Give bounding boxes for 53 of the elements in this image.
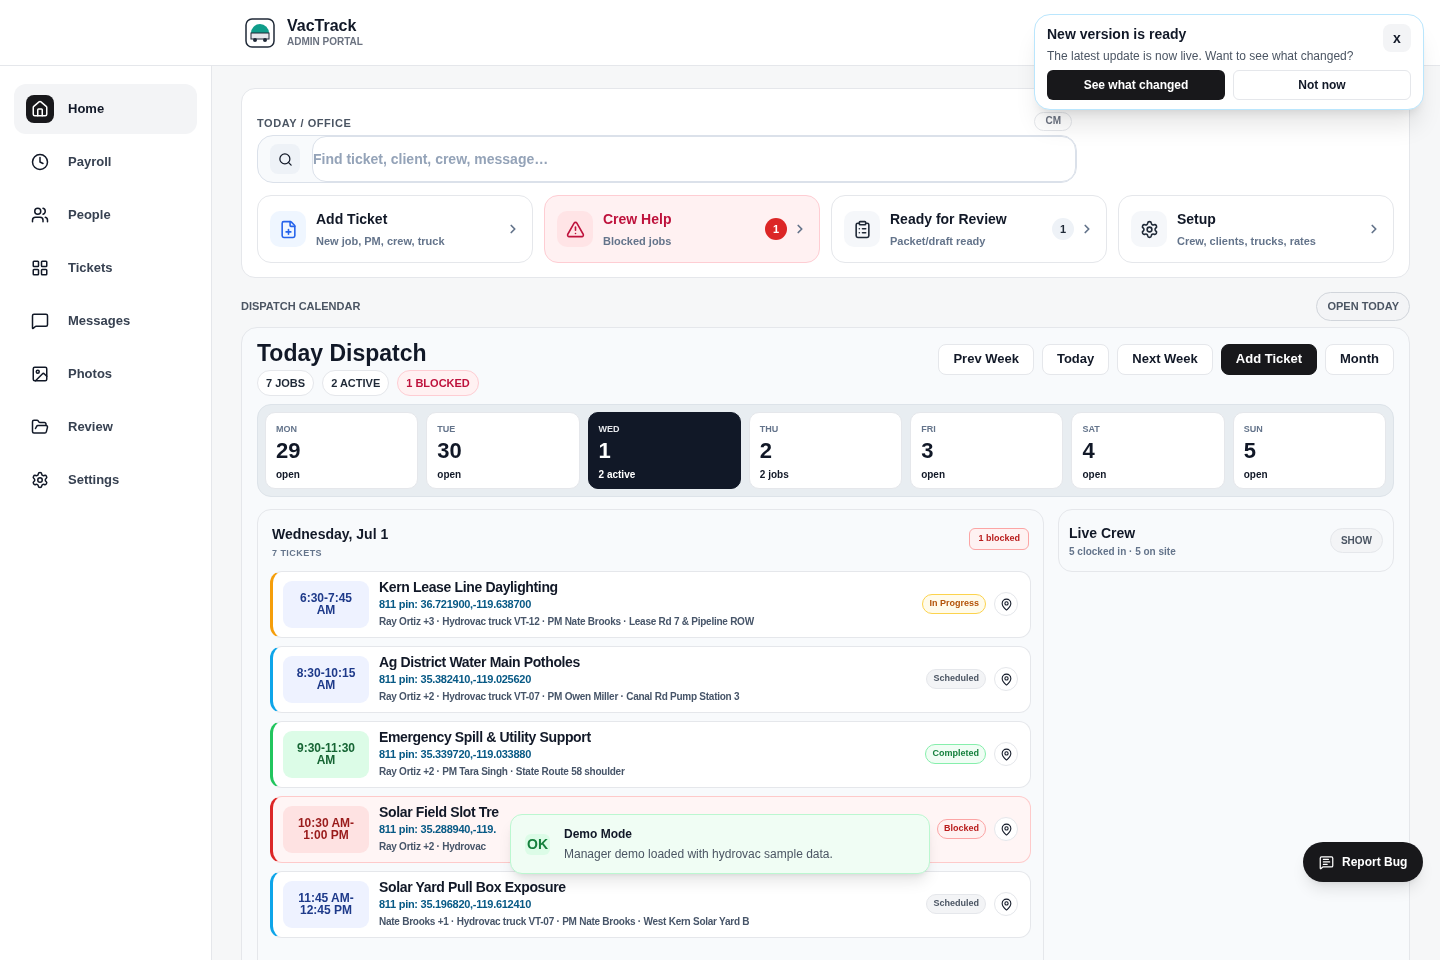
dispatch-title: Today Dispatch xyxy=(257,338,428,368)
ticket-time: 6:30-7:45 AM xyxy=(283,580,369,628)
status-pill: Scheduled xyxy=(926,894,986,914)
ticket-time: 11:45 AM-12:45 PM xyxy=(283,880,369,928)
ticket-title: Solar Field Slot Tre xyxy=(379,803,499,821)
ticket-details: Ray Ortiz +2 · PM Tara Singh · State Route 58 shoulder xyxy=(379,765,625,780)
ticket-pin: 811 pin: 35.196820,-119.612410 xyxy=(379,896,531,912)
ticket-details: Ray Ortiz +2 · Hydrovac xyxy=(379,840,486,855)
action-title: Setup xyxy=(1177,209,1217,229)
ticket-pin: 811 pin: 36.721900,-119.638700 xyxy=(379,596,531,612)
action-title: Crew Help xyxy=(603,209,673,229)
day-title: Wednesday, Jul 1 xyxy=(272,525,389,544)
live-crew-title: Live Crew xyxy=(1069,523,1137,543)
section-heading: DISPATCH CALENDAR xyxy=(241,299,361,314)
popup-title: New version is ready xyxy=(1047,25,1188,44)
popup-message: The latest update is now live. Want to see what changed? xyxy=(1047,48,1354,65)
count-chip: 2 ACTIVE xyxy=(322,369,390,396)
blocked-badge: 1 blocked xyxy=(969,528,1029,550)
ticket-details: Nate Brooks +1 · Hydrovac truck VT-07 · PM Nate Brooks · West Kern Solar Yard B xyxy=(379,915,750,930)
ticket-title: Solar Yard Pull Box Exposure xyxy=(379,878,566,896)
ticket-details: Ray Ortiz +2 · Hydrovac truck VT-07 · PM Owen Miller · Canal Rd Pump Station 3 xyxy=(379,690,740,705)
count-badge: 1 xyxy=(1052,218,1074,240)
status-pill: Completed xyxy=(925,744,986,764)
app-name: VacTrack xyxy=(287,16,358,37)
count-badge: 1 xyxy=(765,218,787,240)
ticket-time: 9:30-11:30 AM xyxy=(283,730,369,778)
app-subtitle: ADMIN PORTAL xyxy=(287,36,363,49)
ticket-details: Ray Ortiz +3 · Hydrovac truck VT-12 · PM Nate Brooks · Lease Rd 7 & Pipeline ROW xyxy=(379,615,754,630)
ticket-time: 8:30-10:15 AM xyxy=(283,655,369,703)
ticket-title: Ag District Water Main Potholes xyxy=(379,653,580,671)
toast-message: Manager demo loaded with hydrovac sample data. xyxy=(564,846,833,863)
live-crew-summary: 5 clocked in · 5 on site xyxy=(1069,544,1176,559)
ticket-pin: 811 pin: 35.339720,-119.033880 xyxy=(379,746,531,762)
action-subtitle: Crew, clients, trucks, rates xyxy=(1177,233,1317,249)
ok-badge: OK xyxy=(525,833,550,855)
ticket-title: Kern Lease Line Daylighting xyxy=(379,578,558,596)
ticket-pin: 811 pin: 35.382410,-119.025620 xyxy=(379,671,531,687)
count-chip: 1 BLOCKED xyxy=(397,369,479,396)
status-pill: Blocked xyxy=(937,819,986,839)
action-title: Ready for Review xyxy=(890,209,1008,229)
toast-title: Demo Mode xyxy=(564,826,633,843)
section-heading: TODAY / OFFICE xyxy=(257,115,352,131)
ticket-time: 10:30 AM-1:00 PM xyxy=(283,805,369,853)
ticket-pin: 811 pin: 35.288940,-119. xyxy=(379,821,496,837)
ticket-title: Emergency Spill & Utility Support xyxy=(379,728,591,746)
action-title: Add Ticket xyxy=(316,209,389,229)
action-subtitle: New job, PM, crew, truck xyxy=(316,233,446,249)
status-pill: In Progress xyxy=(922,594,986,614)
action-subtitle: Blocked jobs xyxy=(603,233,673,249)
action-subtitle: Packet/draft ready xyxy=(890,233,987,249)
count-chip: 7 JOBS xyxy=(257,369,315,396)
ticket-count: 7 TICKETS xyxy=(272,547,324,560)
status-pill: Scheduled xyxy=(926,669,986,689)
